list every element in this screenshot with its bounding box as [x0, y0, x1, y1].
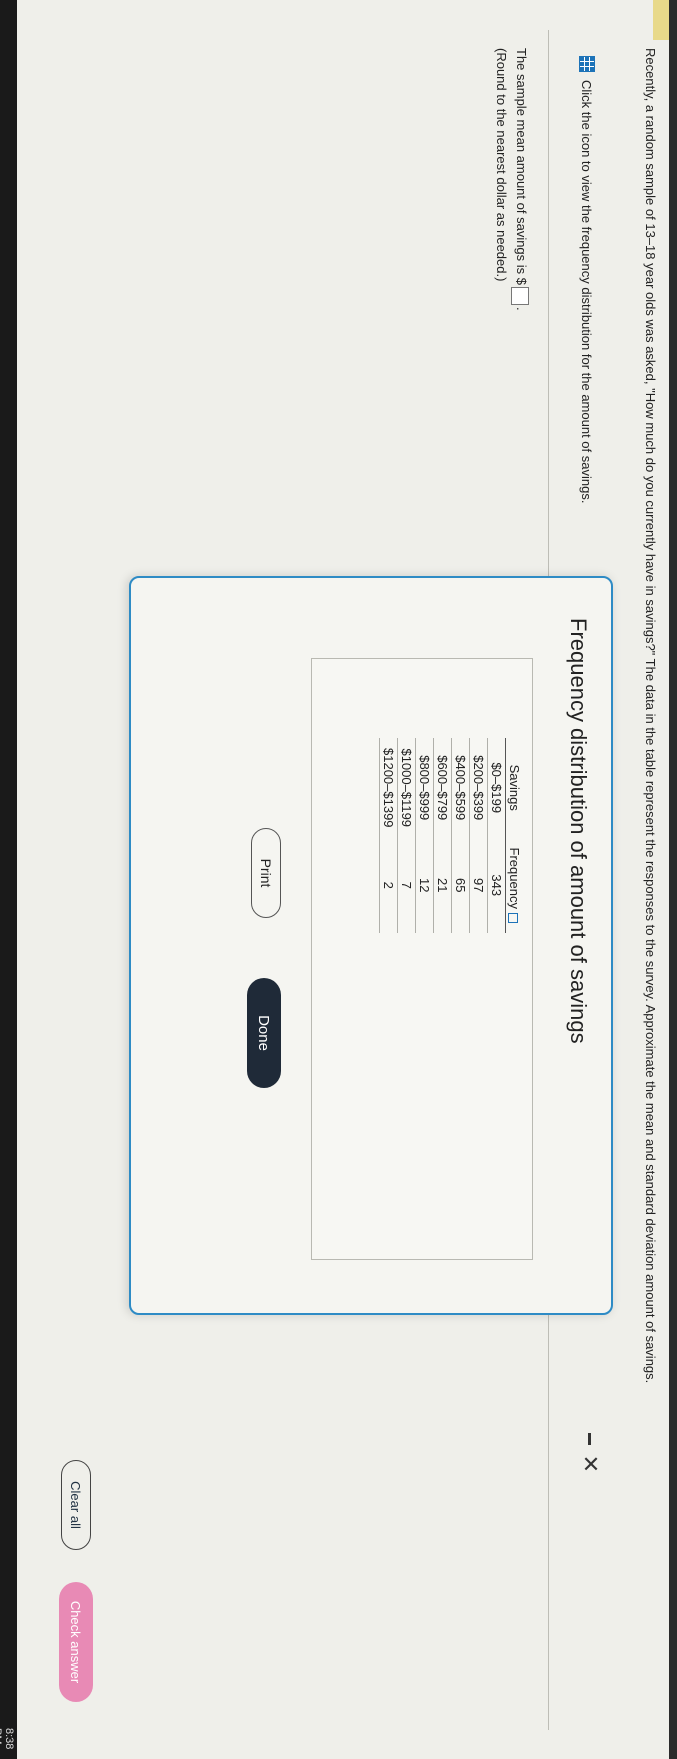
- print-button[interactable]: Print: [251, 828, 281, 918]
- savings-cell: $400–$599: [451, 738, 470, 838]
- frequency-cell: 65: [451, 837, 470, 933]
- frequency-cell: 2: [379, 837, 398, 933]
- header-savings: Savings: [505, 738, 523, 838]
- rounding-note: (Round to the nearest dollar as needed.): [494, 48, 509, 282]
- frequency-cell: 7: [397, 837, 416, 933]
- answer-area: The sample mean amount of savings is $. …: [491, 48, 531, 311]
- close-icon[interactable]: ✕: [578, 1455, 603, 1473]
- hint-row: Click the icon to view the frequency dis…: [579, 56, 595, 503]
- table-row: $800–$999 12: [415, 738, 434, 933]
- clock: 8:38 PM: [0, 1728, 15, 1750]
- frequency-table: Savings Frequency $0–$199 343 $200–$399 …: [379, 738, 523, 933]
- savings-cell: $200–$399: [469, 738, 488, 838]
- table-row: $200–$399 97: [469, 738, 488, 933]
- table-row: $0–$199 343: [487, 738, 506, 933]
- top-accent-bar: [669, 0, 677, 1759]
- done-button[interactable]: Done: [247, 978, 281, 1088]
- modal-controls: ✕: [578, 1432, 603, 1473]
- check-answer-button[interactable]: Check answer: [59, 1582, 93, 1702]
- hint-text: Click the icon to view the frequency dis…: [579, 80, 595, 504]
- savings-cell: $1200–$1399: [379, 738, 398, 838]
- minimize-icon[interactable]: [588, 1432, 592, 1445]
- modal-title: Frequency distribution of amount of savi…: [566, 618, 591, 1044]
- question-text: Recently, a random sample of 13–18 year …: [643, 48, 658, 1384]
- mean-input[interactable]: [511, 287, 530, 306]
- header-frequency: Frequency: [505, 837, 523, 933]
- frequency-cell: 97: [469, 837, 488, 933]
- table-grid-icon[interactable]: [579, 56, 595, 72]
- table-row: $400–$599 65: [451, 738, 470, 933]
- answer-line: The sample mean amount of savings is $.: [511, 48, 531, 311]
- clear-all-button[interactable]: Clear all: [61, 1460, 91, 1550]
- answer-suffix: .: [514, 307, 529, 311]
- frequency-modal: ✕ Frequency distribution of amount of sa…: [129, 576, 613, 1473]
- savings-cell: $0–$199: [487, 738, 506, 838]
- answer-prefix: The sample mean amount of savings is $: [514, 48, 529, 286]
- copy-icon[interactable]: [508, 912, 519, 923]
- savings-cell: $1000–$1199: [397, 738, 416, 838]
- table-row: $600–$799 21: [433, 738, 452, 933]
- savings-cell: $600–$799: [433, 738, 452, 838]
- table-row: $1200–$1399 2: [379, 738, 398, 933]
- frequency-cell: 12: [415, 837, 434, 933]
- frequency-cell: 21: [433, 837, 452, 933]
- modal-buttons: Print Done: [247, 828, 281, 1088]
- taskbar: [0, 0, 17, 1759]
- savings-cell: $800–$999: [415, 738, 434, 838]
- question-page: Recently, a random sample of 13–18 year …: [0, 0, 677, 1759]
- frequency-cell: 343: [487, 837, 506, 933]
- corner-tab: [653, 0, 669, 40]
- table-row: $1000–$1199 7: [397, 738, 416, 933]
